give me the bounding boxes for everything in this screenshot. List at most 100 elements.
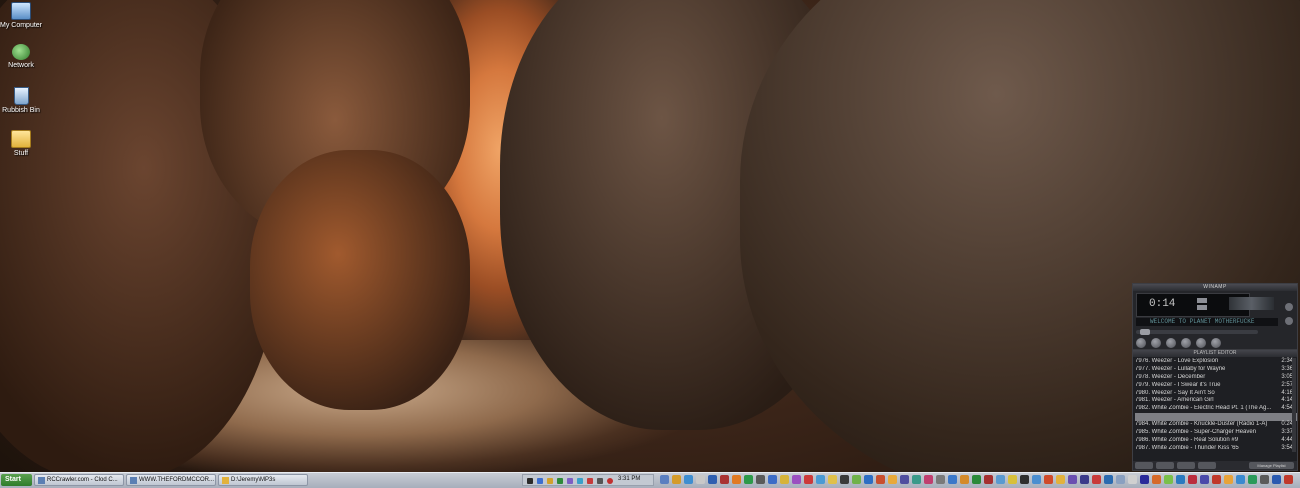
quick-launch-icon[interactable] <box>1116 475 1125 484</box>
quick-launch-icon[interactable] <box>684 475 693 484</box>
seek-bar[interactable] <box>1136 329 1258 335</box>
playlist-item[interactable]: 7978. Weezer - December 3:05 <box>1135 374 1297 382</box>
quick-launch-icon[interactable] <box>792 475 801 484</box>
quick-launch-icon[interactable] <box>696 475 705 484</box>
quick-launch-icon[interactable] <box>804 475 813 484</box>
eject-icon[interactable] <box>1211 338 1222 348</box>
quick-launch-icon[interactable] <box>660 475 669 484</box>
seek-knob[interactable] <box>1140 329 1150 335</box>
playlist-item-selected[interactable] <box>1135 413 1297 422</box>
winamp-titlebar[interactable]: WINAMP <box>1133 284 1297 291</box>
quick-launch-icon[interactable] <box>1128 475 1137 484</box>
quick-launch-icon[interactable] <box>1104 475 1113 484</box>
tray-icon[interactable] <box>577 478 583 484</box>
quick-launch-icon[interactable] <box>1188 475 1197 484</box>
previous-icon[interactable] <box>1136 338 1146 348</box>
taskbar-item-mp3s-folder[interactable]: D:\Jeremy\MP3s <box>218 474 308 486</box>
quick-launch-icon[interactable] <box>1068 475 1077 484</box>
quick-launch-icon[interactable] <box>816 475 825 484</box>
quick-launch-icon[interactable] <box>1272 475 1281 484</box>
remove-button[interactable] <box>1156 462 1174 469</box>
tray-icon[interactable] <box>567 478 573 484</box>
quick-launch-icon[interactable] <box>840 475 849 484</box>
quick-launch-icon[interactable] <box>1008 475 1017 484</box>
playlist-item[interactable]: 7984. White Zombie - Knuckle-Duster (Rad… <box>1135 421 1297 429</box>
quick-launch-icon[interactable] <box>864 475 873 484</box>
select-button[interactable] <box>1177 462 1195 469</box>
quick-launch-icon[interactable] <box>996 475 1005 484</box>
playlist-item[interactable]: 7982. White Zombie - Electric Head Pt. 1… <box>1135 405 1297 413</box>
quick-launch-icon[interactable] <box>1200 475 1209 484</box>
winamp-window[interactable]: WINAMP 0:14 WELCOME TO PLANET MOTHERFUCK… <box>1132 283 1298 471</box>
desktop-icon-my-computer[interactable]: My Computer <box>0 2 42 29</box>
next-icon[interactable] <box>1196 338 1207 348</box>
quick-launch-icon[interactable] <box>1284 475 1293 484</box>
quick-launch-icon[interactable] <box>1056 475 1065 484</box>
equalizer-toggle[interactable] <box>1285 303 1293 311</box>
quick-launch-icon[interactable] <box>1032 475 1041 484</box>
quick-launch-icon[interactable] <box>936 475 945 484</box>
quick-launch-icon[interactable] <box>1044 475 1053 484</box>
tray-icon[interactable] <box>537 478 543 484</box>
quick-launch-icon[interactable] <box>900 475 909 484</box>
tray-icon[interactable] <box>607 478 613 484</box>
playlist-toggle[interactable] <box>1285 317 1293 325</box>
playlist-item[interactable]: 7979. Weezer - I Swear it's True 2:57 <box>1135 382 1297 390</box>
quick-launch-icon[interactable] <box>960 475 969 484</box>
quick-launch-icon[interactable] <box>1212 475 1221 484</box>
tray-icon[interactable] <box>547 478 553 484</box>
quick-launch-icon[interactable] <box>732 475 741 484</box>
clock[interactable]: 3:31 PM <box>618 473 640 485</box>
taskbar-item-rccrawler[interactable]: RCCrawler.com - Clod C... <box>34 474 124 486</box>
quick-launch-icon[interactable] <box>720 475 729 484</box>
playlist-item[interactable]: 7987. White Zombie - Thunder Kiss '65 3:5… <box>1135 445 1297 453</box>
misc-button[interactable] <box>1198 462 1216 469</box>
tray-icon[interactable] <box>597 478 603 484</box>
quick-launch-icon[interactable] <box>708 475 717 484</box>
tray-icon[interactable] <box>527 478 533 484</box>
taskbar-item-thefordmccor[interactable]: WWW.THEFORDMCCOR... <box>126 474 216 486</box>
quick-launch-icon[interactable] <box>876 475 885 484</box>
quick-launch-icon[interactable] <box>1020 475 1029 484</box>
quick-launch-icon[interactable] <box>948 475 957 484</box>
playlist[interactable]: 7976. Weezer - Love Explosion 2:34 7977. … <box>1133 357 1297 456</box>
playlist-item[interactable]: 7977. Weezer - Lullaby for Wayne 3:36 <box>1135 366 1297 374</box>
quick-launch-icon[interactable] <box>1224 475 1233 484</box>
quick-launch-icon[interactable] <box>972 475 981 484</box>
playlist-item[interactable]: 7980. Weezer - Say It Ain't So 4:16 <box>1135 390 1297 398</box>
stop-icon[interactable] <box>1181 338 1192 348</box>
quick-launch-icon[interactable] <box>1176 475 1185 484</box>
quick-launch-icon[interactable] <box>756 475 765 484</box>
quick-launch-icon[interactable] <box>828 475 837 484</box>
playlist-titlebar[interactable]: PLAYLIST EDITOR <box>1133 350 1297 357</box>
playlist-scrollbar[interactable] <box>1292 358 1296 452</box>
tray-icon[interactable] <box>557 478 563 484</box>
quick-launch-icon[interactable] <box>780 475 789 484</box>
start-button[interactable]: Start <box>1 474 32 486</box>
quick-launch-icon[interactable] <box>1164 475 1173 484</box>
quick-launch-icon[interactable] <box>1260 475 1269 484</box>
quick-launch-icon[interactable] <box>912 475 921 484</box>
add-button[interactable] <box>1135 462 1153 469</box>
desktop-icon-rubbish-bin[interactable]: Rubbish Bin <box>0 87 42 114</box>
quick-launch-icon[interactable] <box>984 475 993 484</box>
quick-launch-icon[interactable] <box>768 475 777 484</box>
quick-launch-icon[interactable] <box>1092 475 1101 484</box>
play-icon[interactable] <box>1151 338 1162 348</box>
visualizer[interactable] <box>1229 297 1274 310</box>
playlist-item[interactable]: 7985. White Zombie - Super-Charger Heave… <box>1135 429 1297 437</box>
quick-launch-icon[interactable] <box>852 475 861 484</box>
quick-launch-icon[interactable] <box>672 475 681 484</box>
desktop-icon-network[interactable]: Network <box>0 44 42 69</box>
playlist-item[interactable]: 7986. White Zombie - Real Solution #9 4:4… <box>1135 437 1297 445</box>
desktop-icon-stuff[interactable]: Stuff <box>0 130 42 157</box>
quick-launch-icon[interactable] <box>888 475 897 484</box>
quick-launch-icon[interactable] <box>1248 475 1257 484</box>
manage-playlist-button[interactable]: Manage Playlist <box>1249 462 1294 469</box>
quick-launch-icon[interactable] <box>1140 475 1149 484</box>
quick-launch-icon[interactable] <box>744 475 753 484</box>
quick-launch-icon[interactable] <box>924 475 933 484</box>
tray-icon[interactable] <box>587 478 593 484</box>
pause-icon[interactable] <box>1166 338 1177 348</box>
winamp-time[interactable]: 0:14 <box>1149 298 1175 310</box>
